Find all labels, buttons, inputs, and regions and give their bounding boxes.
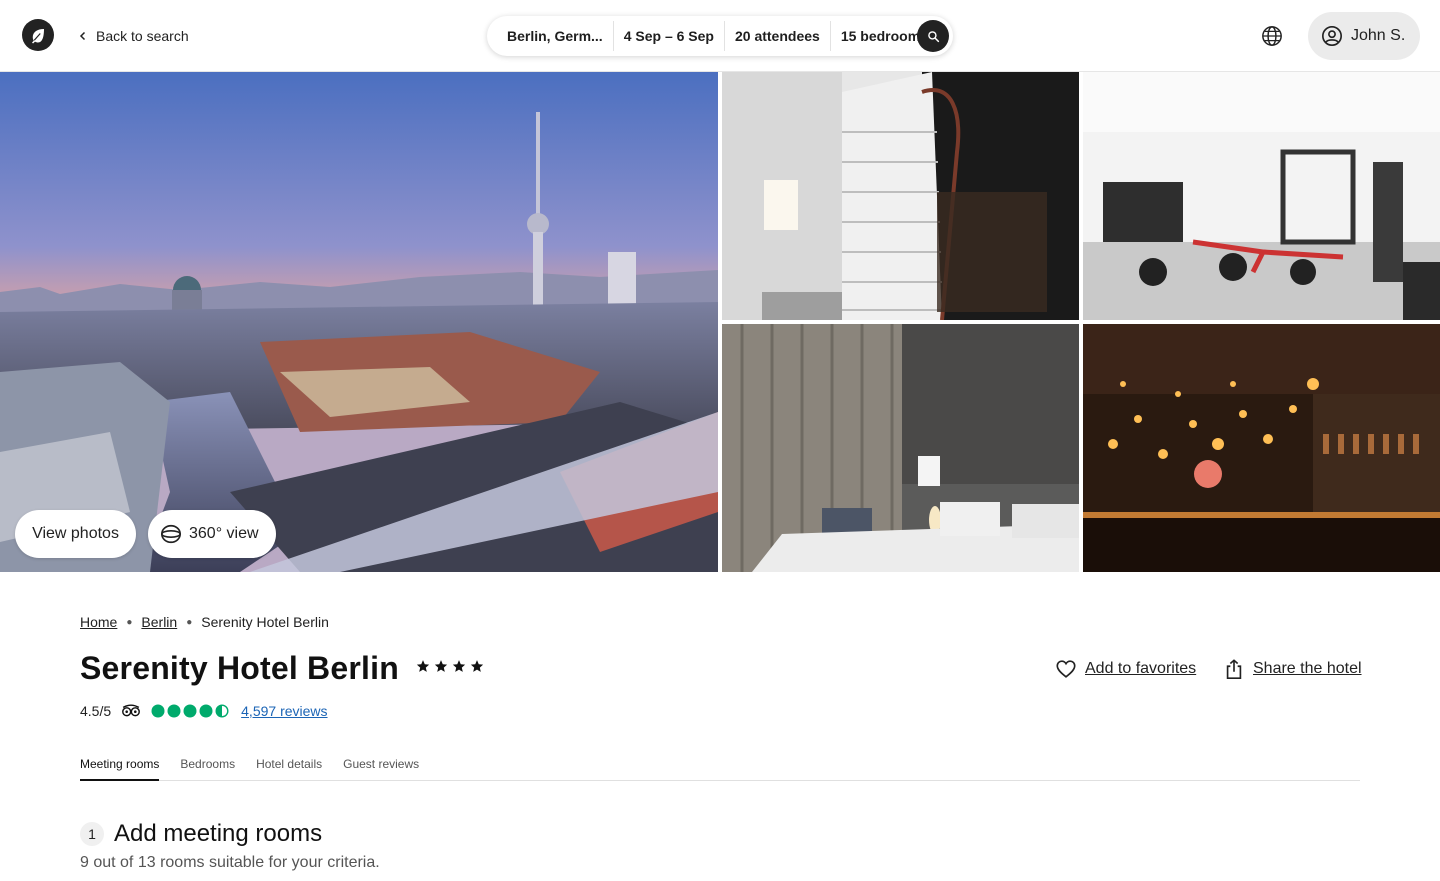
leaf-icon [32,29,44,44]
add-to-favorites-label: Add to favorites [1085,660,1197,677]
view-360-label: 360° view [189,525,259,542]
user-name: John S. [1351,27,1406,44]
back-to-search-link[interactable]: Back to search [78,26,189,46]
tripadvisor-owl-icon [122,704,141,717]
step-number-badge: 1 [80,822,104,846]
hotel-star-rating [416,659,484,673]
search-summary-bar[interactable]: Berlin, Germ... 4 Sep – 6 Sep 20 attende… [487,16,953,56]
rating-bubble-full-icon [199,704,213,718]
tab-hotel-details[interactable]: Hotel details [256,748,322,781]
section-title: Add meeting rooms [114,820,323,847]
search-icon [927,30,939,42]
hotel-tabs: Meeting rooms Bedrooms Hotel details Gue… [80,748,1360,781]
back-to-search-label: Back to search [96,28,189,44]
rating-bubble-half-icon [215,704,229,718]
rating-row: 4.5/5 4,597 reviews [80,703,328,719]
breadcrumb-current: Serenity Hotel Berlin [201,614,329,630]
berlin-skyline-photo[interactable] [0,72,718,572]
share-hotel-label: Share the hotel [1253,660,1362,677]
bedroom-photo[interactable] [722,324,1079,572]
rating-bubbles [151,704,229,718]
breadcrumb-separator: ● [126,616,133,628]
photo-gallery: View photos 360° view [0,72,1440,572]
tab-meeting-rooms[interactable]: Meeting rooms [80,748,160,781]
leaf-logo-icon[interactable] [22,19,54,51]
breadcrumb: Home ● Berlin ● Serenity Hotel Berlin [80,614,329,630]
tab-guest-reviews[interactable]: Guest reviews [343,748,419,781]
rating-bubble-full-icon [167,704,181,718]
breadcrumb-berlin-link[interactable]: Berlin [141,614,177,630]
star-icon [452,660,466,672]
star-icon [470,660,484,672]
search-attendees[interactable]: 20 attendees [725,21,831,51]
chevron-left-icon [79,31,86,41]
search-location[interactable]: Berlin, Germ... [501,21,614,51]
view-photos-button[interactable]: View photos [15,510,136,558]
search-dates[interactable]: 4 Sep – 6 Sep [614,21,725,51]
gym-photo[interactable] [1083,72,1440,320]
tab-bedrooms[interactable]: Bedrooms [180,748,235,781]
breadcrumb-separator: ● [186,616,193,628]
reviews-link[interactable]: 4,597 reviews [241,703,327,719]
view-360-button[interactable]: 360° view [148,510,276,558]
top-navigation-bar: Back to search Berlin, Germ... 4 Sep – 6… [0,0,1440,72]
rating-bubble-full-icon [183,704,197,718]
star-icon [416,660,430,672]
hotel-name: Serenity Hotel Berlin [80,650,399,686]
heart-icon [1056,660,1076,678]
star-icon [434,660,448,672]
section-subtitle: 9 out of 13 rooms suitable for your crit… [80,854,380,871]
breadcrumb-home-link[interactable]: Home [80,614,117,630]
rating-score: 4.5/5 [80,703,112,719]
share-hotel-button[interactable]: Share the hotel [1223,658,1362,680]
user-avatar-icon [1322,26,1342,46]
360-view-icon [161,524,181,544]
share-icon [1226,659,1242,679]
search-button[interactable] [917,20,949,52]
globe-icon [1262,26,1282,46]
add-to-favorites-button[interactable]: Add to favorites [1055,658,1196,680]
user-menu-button[interactable]: John S. [1308,12,1420,60]
staircase-photo[interactable] [722,72,1079,320]
rating-bubble-full-icon [151,704,165,718]
language-button[interactable] [1258,22,1286,50]
bar-photo[interactable] [1083,324,1440,572]
